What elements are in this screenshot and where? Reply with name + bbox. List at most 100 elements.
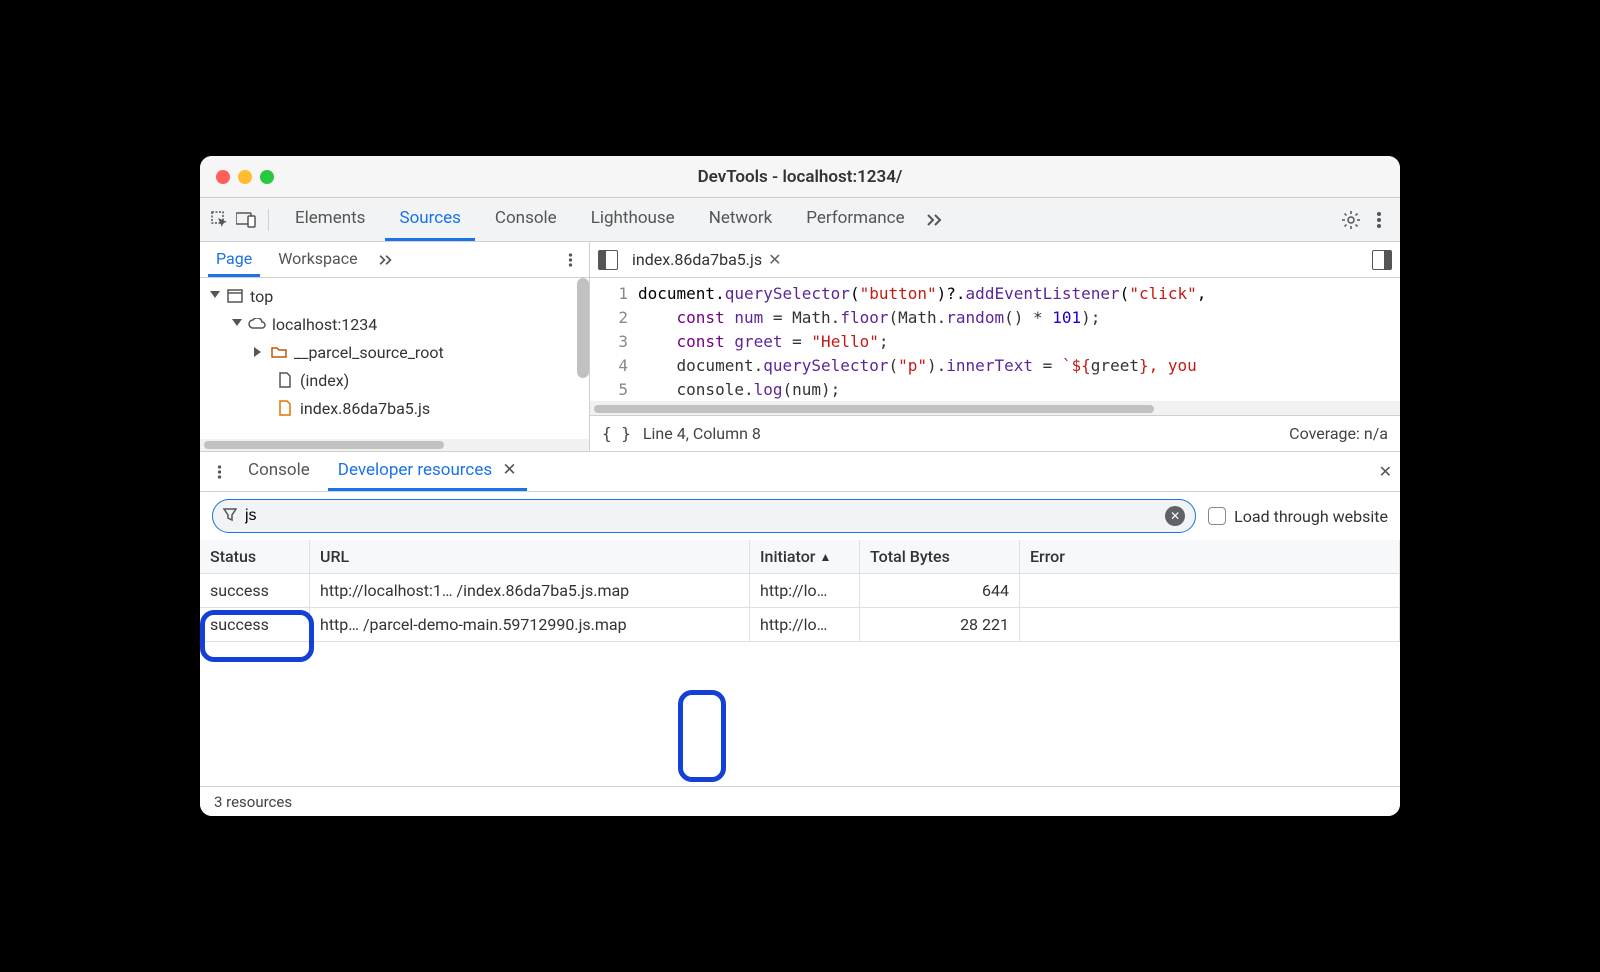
table-row[interactable]: success http://localhost:1… /index.86da7… (200, 574, 1400, 608)
resources-table: Status URL Initiator▲ Total Bytes Error … (200, 540, 1400, 786)
tree-node-script[interactable]: index.86da7ba5.js (200, 394, 589, 422)
editor-tab-bar: index.86da7ba5.js ✕ (590, 242, 1400, 278)
table-row[interactable]: success http… /parcel-demo-main.59712990… (200, 608, 1400, 642)
cell-initiator: http://lo… (750, 608, 860, 641)
column-header-status[interactable]: Status (200, 540, 310, 573)
drawer-kebab-icon[interactable] (208, 461, 230, 483)
editor-horizontal-scrollbar[interactable] (590, 401, 1400, 415)
editor-tab[interactable]: index.86da7ba5.js ✕ (626, 246, 787, 273)
code-lines[interactable]: document.querySelector("button")?.addEve… (638, 278, 1400, 401)
sidebar-vertical-scrollbar[interactable] (577, 278, 589, 378)
device-toolbar-icon[interactable] (236, 210, 256, 230)
settings-gear-icon[interactable] (1340, 209, 1362, 231)
cell-bytes: 28 221 (860, 608, 1020, 641)
inspect-element-icon[interactable] (210, 210, 230, 230)
sources-content: Page Workspace top l (200, 242, 1400, 452)
clear-filter-icon[interactable]: ✕ (1165, 506, 1185, 526)
cell-bytes: 644 (860, 574, 1020, 607)
disclosure-triangle-icon[interactable] (232, 319, 242, 329)
cursor-position: Line 4, Column 8 (643, 424, 761, 443)
minimize-window-button[interactable] (238, 170, 252, 184)
editor-status-bar: { } Line 4, Column 8 Coverage: n/a (590, 415, 1400, 451)
tab-performance[interactable]: Performance (792, 198, 918, 241)
document-icon (276, 371, 294, 389)
navigator-tabs: Page Workspace (200, 242, 589, 278)
cell-status: success (200, 608, 310, 641)
tree-node-top[interactable]: top (200, 282, 589, 310)
checkbox-icon[interactable] (1208, 507, 1226, 525)
load-through-website-checkbox[interactable]: Load through website (1208, 507, 1388, 526)
filter-box[interactable]: ✕ (212, 499, 1196, 533)
frame-icon (226, 287, 244, 305)
resource-count: 3 resources (214, 793, 292, 811)
checkbox-label: Load through website (1234, 507, 1388, 526)
folder-icon (270, 343, 288, 361)
cell-url: http://localhost:1… /index.86da7ba5.js.m… (310, 574, 750, 607)
devtools-window: DevTools - localhost:1234/ Elements Sour… (200, 156, 1400, 816)
cloud-icon (248, 315, 266, 333)
titlebar: DevTools - localhost:1234/ (200, 156, 1400, 198)
tab-console[interactable]: Console (481, 198, 571, 241)
main-tab-bar: Elements Sources Console Lighthouse Netw… (200, 198, 1400, 242)
drawer: Console Developer resources ✕ ✕ ✕ Load t… (200, 452, 1400, 816)
tree-label: __parcel_source_root (294, 343, 444, 362)
cell-initiator: http://lo… (750, 574, 860, 607)
line-gutter: 12345 (590, 278, 638, 401)
table-body[interactable]: success http://localhost:1… /index.86da7… (200, 574, 1400, 786)
tree-label: index.86da7ba5.js (300, 399, 430, 418)
file-tree[interactable]: top localhost:1234 __parcel_source_root … (200, 278, 589, 439)
code-view[interactable]: 12345 document.querySelector("button")?.… (590, 278, 1400, 401)
tab-network[interactable]: Network (695, 198, 787, 241)
kebab-menu-icon[interactable] (1368, 209, 1390, 231)
filter-icon (223, 507, 237, 526)
zoom-window-button[interactable] (260, 170, 274, 184)
filter-input[interactable] (245, 507, 1157, 525)
sidebar-horizontal-scrollbar[interactable] (200, 439, 589, 451)
close-tab-icon[interactable]: ✕ (768, 250, 781, 269)
column-header-initiator[interactable]: Initiator▲ (750, 540, 860, 573)
navigator-more-tabs-icon[interactable] (376, 249, 398, 271)
cell-error (1020, 608, 1400, 641)
disclosure-triangle-icon[interactable] (254, 347, 264, 357)
tree-node-index[interactable]: (index) (200, 366, 589, 394)
column-header-url[interactable]: URL (310, 540, 750, 573)
navigator-tab-page[interactable]: Page (208, 243, 260, 277)
drawer-tab-console[interactable]: Console (238, 452, 320, 491)
pretty-print-icon[interactable]: { } (602, 424, 631, 443)
close-drawer-tab-icon[interactable]: ✕ (502, 460, 516, 480)
editor-tab-name: index.86da7ba5.js (632, 250, 762, 269)
drawer-tab-developer-resources[interactable]: Developer resources ✕ (328, 452, 527, 491)
code-editor: index.86da7ba5.js ✕ 12345 document.query… (590, 242, 1400, 451)
tab-separator (268, 209, 269, 231)
tab-elements[interactable]: Elements (281, 198, 379, 241)
traffic-lights (200, 170, 274, 184)
drawer-footer: 3 resources (200, 786, 1400, 816)
cell-url: http… /parcel-demo-main.59712990.js.map (310, 608, 750, 641)
toggle-right-panel-icon[interactable] (1372, 250, 1392, 270)
coverage-status: Coverage: n/a (1289, 424, 1388, 443)
column-header-error[interactable]: Error (1020, 540, 1400, 573)
navigator-tab-workspace[interactable]: Workspace (270, 243, 365, 277)
window-title: DevTools - localhost:1234/ (200, 167, 1400, 187)
tree-label: localhost:1234 (272, 315, 377, 334)
disclosure-triangle-icon[interactable] (210, 291, 220, 301)
tab-lighthouse[interactable]: Lighthouse (577, 198, 689, 241)
toggle-left-panel-icon[interactable] (598, 250, 618, 270)
cell-error (1020, 574, 1400, 607)
tree-label: (index) (300, 371, 349, 390)
drawer-tab-bar: Console Developer resources ✕ ✕ (200, 452, 1400, 492)
close-drawer-icon[interactable]: ✕ (1379, 462, 1392, 481)
tree-label: top (250, 287, 273, 306)
navigator-sidebar: Page Workspace top l (200, 242, 590, 451)
filter-row: ✕ Load through website (200, 492, 1400, 540)
more-tabs-icon[interactable] (925, 209, 947, 231)
cell-status: success (200, 574, 310, 607)
tab-sources[interactable]: Sources (385, 198, 474, 241)
navigator-kebab-icon[interactable] (559, 249, 581, 271)
close-window-button[interactable] (216, 170, 230, 184)
table-header: Status URL Initiator▲ Total Bytes Error (200, 540, 1400, 574)
tree-node-host[interactable]: localhost:1234 (200, 310, 589, 338)
tree-node-folder[interactable]: __parcel_source_root (200, 338, 589, 366)
script-file-icon (276, 399, 294, 417)
column-header-total-bytes[interactable]: Total Bytes (860, 540, 1020, 573)
